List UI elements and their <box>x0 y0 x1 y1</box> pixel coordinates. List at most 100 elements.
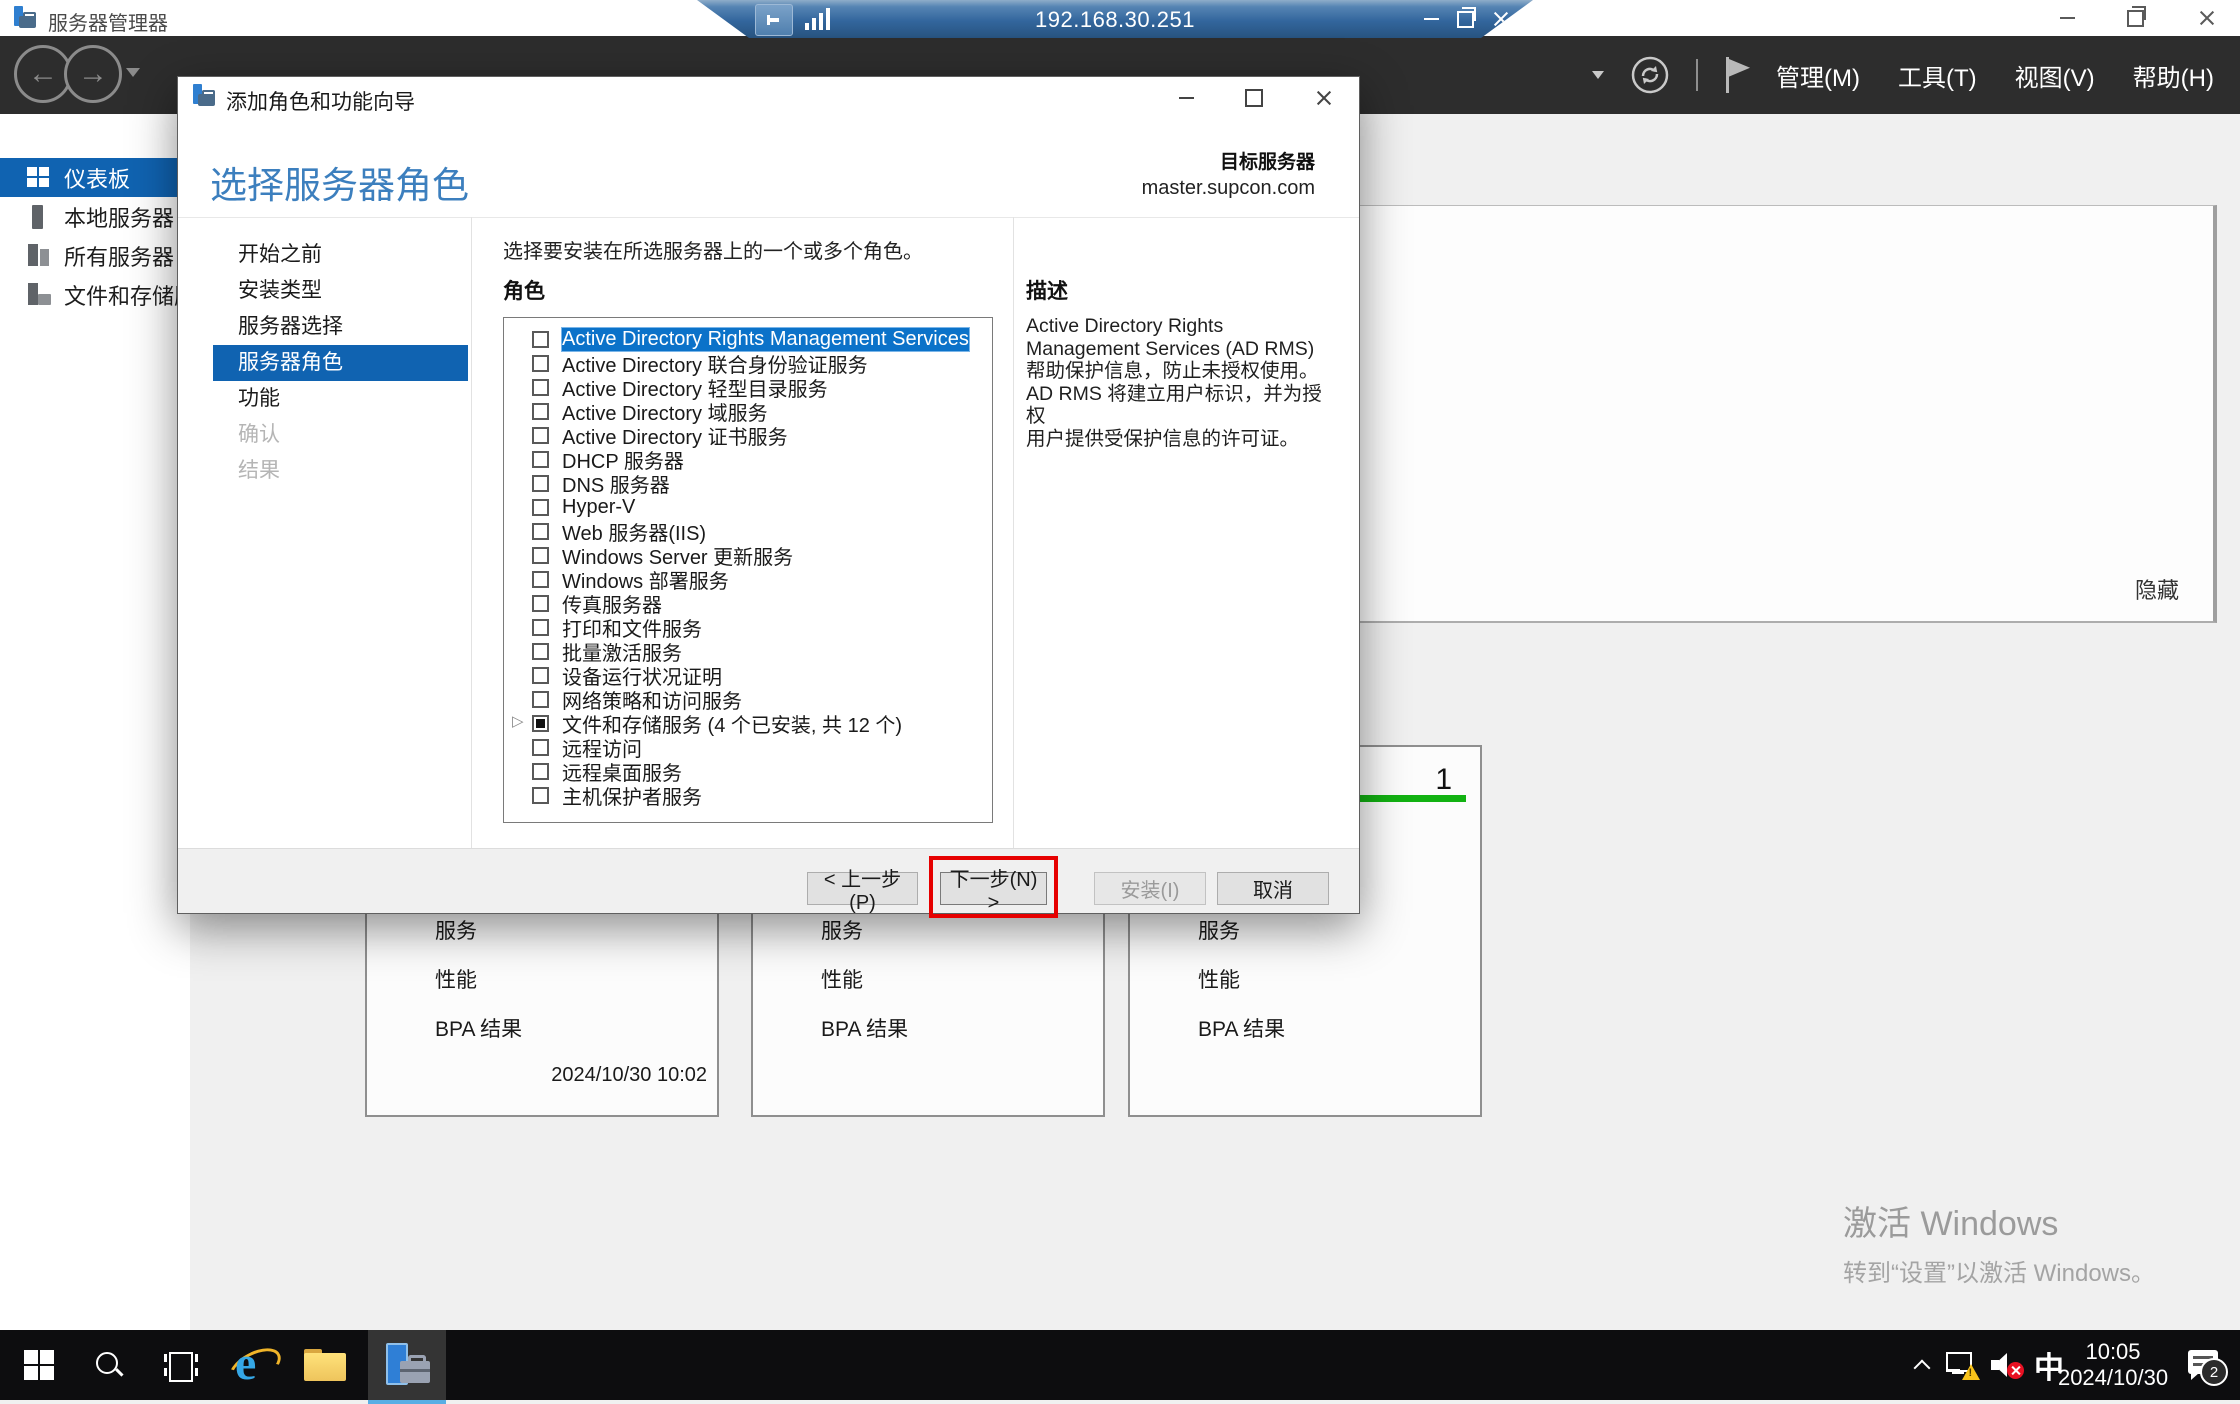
sidebar-item-all-servers[interactable]: 所有服务器 <box>0 236 190 275</box>
role-checkbox[interactable] <box>532 571 549 588</box>
role-row[interactable]: 设备运行状况证明 <box>504 663 992 687</box>
expand-arrow-icon[interactable]: ▷ <box>512 712 524 730</box>
menubar-item[interactable]: 帮助(H) <box>2133 58 2214 93</box>
role-checkbox[interactable] <box>532 499 549 516</box>
tile-row-link[interactable]: 服务 <box>435 915 522 945</box>
rdp-minimize-button[interactable] <box>1417 6 1445 32</box>
wizard-step[interactable]: 服务器选择 <box>213 309 468 345</box>
flag-icon[interactable] <box>1724 57 1750 93</box>
action-center-button[interactable]: 2 <box>2180 1330 2232 1400</box>
role-row[interactable]: 打印和文件服务 <box>504 615 992 639</box>
role-row[interactable]: Active Directory 联合身份验证服务 <box>504 351 992 375</box>
role-checkbox[interactable] <box>532 787 549 804</box>
wizard-minimize-button[interactable] <box>1168 83 1204 113</box>
sidebar-item-dashboard[interactable]: 仪表板 <box>0 158 190 197</box>
sidebar-item-local-server[interactable]: 本地服务器 <box>0 197 190 236</box>
role-checkbox[interactable] <box>532 331 549 348</box>
role-row[interactable]: 传真服务器 <box>504 591 992 615</box>
start-button[interactable] <box>16 1330 62 1400</box>
role-checkbox[interactable] <box>532 547 549 564</box>
roles-listbox[interactable]: Active Directory Rights Management Servi… <box>503 317 993 823</box>
window-close-button[interactable] <box>2188 4 2226 32</box>
role-label: Hyper-V <box>562 496 635 519</box>
network-warning-icon <box>1946 1350 1980 1380</box>
description-line: 帮助保护信息，防止未授权使用。 <box>1026 360 1334 383</box>
rdp-restore-button[interactable] <box>1451 6 1479 32</box>
role-checkbox[interactable] <box>532 739 549 756</box>
wizard-step[interactable]: 开始之前 <box>213 237 468 273</box>
network-status-button[interactable] <box>1942 1330 1984 1400</box>
role-row[interactable]: Active Directory 证书服务 <box>504 423 992 447</box>
role-row[interactable]: Active Directory 域服务 <box>504 399 992 423</box>
cancel-button[interactable]: 取消 <box>1217 872 1329 905</box>
role-row[interactable]: DHCP 服务器 <box>504 447 992 471</box>
refresh-icon[interactable] <box>1630 55 1670 95</box>
back-step-button[interactable]: < 上一步(P) <box>807 872 918 905</box>
task-view-button[interactable] <box>158 1330 204 1400</box>
role-row[interactable]: 远程访问 <box>504 735 992 759</box>
role-checkbox[interactable] <box>532 523 549 540</box>
nav-content-divider <box>471 217 472 849</box>
tile-count-badge[interactable]: 1 <box>1435 763 1452 797</box>
tile-row-list: 服务性能 BPA 结果 <box>435 915 522 1043</box>
window-minimize-button[interactable] <box>2048 4 2086 32</box>
tile-row-link[interactable]: 性能 <box>821 964 908 994</box>
wizard-title: 添加角色和功能向导 <box>226 86 415 116</box>
window-restore-button[interactable] <box>2116 4 2154 32</box>
header-divider <box>1696 59 1698 91</box>
wizard-maximize-button[interactable] <box>1236 83 1272 113</box>
notifications-dropdown-icon[interactable] <box>1592 71 1604 79</box>
tile-row-link[interactable]: BPA 结果 <box>435 1013 522 1043</box>
role-row[interactable]: Windows Server 更新服务 <box>504 543 992 567</box>
role-checkbox[interactable] <box>532 427 549 444</box>
tile-row-link[interactable]: 服务 <box>1198 915 1285 945</box>
tray-expand-button[interactable] <box>1904 1330 1940 1400</box>
forward-button[interactable]: → <box>64 45 122 103</box>
role-checkbox[interactable] <box>532 643 549 660</box>
role-checkbox[interactable] <box>532 667 549 684</box>
role-checkbox[interactable] <box>532 691 549 708</box>
role-row[interactable]: 主机保护者服务 <box>504 783 992 807</box>
role-row[interactable]: 远程桌面服务 <box>504 759 992 783</box>
taskbar-clock[interactable]: 10:05 2024/10/30 <box>2058 1330 2168 1400</box>
file-explorer-button[interactable] <box>300 1330 350 1400</box>
menubar-item[interactable]: 视图(V) <box>2015 58 2095 93</box>
server-manager-taskbar-button[interactable] <box>368 1330 446 1404</box>
wizard-step[interactable]: 功能 <box>213 381 468 417</box>
tile-row-link[interactable]: BPA 结果 <box>821 1013 908 1043</box>
role-checkbox[interactable] <box>532 355 549 372</box>
role-checkbox[interactable] <box>532 715 549 732</box>
menubar-item[interactable]: 工具(T) <box>1898 58 1977 93</box>
role-checkbox[interactable] <box>532 403 549 420</box>
role-row[interactable]: 批量激活服务 <box>504 639 992 663</box>
tile-row-link[interactable]: 服务 <box>821 915 908 945</box>
menubar-item[interactable]: 管理(M) <box>1776 58 1860 93</box>
tile-row-link[interactable]: 性能 <box>435 964 522 994</box>
role-checkbox[interactable] <box>532 379 549 396</box>
wizard-close-button[interactable] <box>1306 83 1342 113</box>
wizard-step[interactable]: 安装类型 <box>213 273 468 309</box>
role-checkbox[interactable] <box>532 763 549 780</box>
role-row[interactable]: Active Directory 轻型目录服务 <box>504 375 992 399</box>
role-row[interactable]: Web 服务器(IIS) <box>504 519 992 543</box>
volume-button[interactable] <box>1986 1330 2028 1400</box>
role-checkbox[interactable] <box>532 451 549 468</box>
tile-row-link[interactable]: BPA 结果 <box>1198 1013 1285 1043</box>
role-row[interactable]: Hyper-V <box>504 495 992 519</box>
role-row[interactable]: 网络策略和访问服务 <box>504 687 992 711</box>
nav-history-dropdown-icon[interactable] <box>126 68 140 77</box>
role-row[interactable]: Windows 部署服务 <box>504 567 992 591</box>
hide-welcome-link[interactable]: 隐藏 <box>2135 573 2179 605</box>
role-row[interactable]: DNS 服务器 <box>504 471 992 495</box>
sidebar-item-file-storage[interactable]: 文件和存储服务 <box>0 275 190 314</box>
role-checkbox[interactable] <box>532 595 549 612</box>
wizard-step[interactable]: 服务器角色 <box>213 345 468 381</box>
role-checkbox[interactable] <box>532 475 549 492</box>
role-row[interactable]: ▷文件和存储服务 (4 个已安装, 共 12 个) <box>504 711 992 735</box>
internet-explorer-button[interactable]: e <box>226 1330 278 1400</box>
internet-explorer-icon: e <box>229 1342 275 1388</box>
taskbar-search-button[interactable] <box>86 1330 132 1400</box>
tile-row-link[interactable]: 性能 <box>1198 964 1285 994</box>
role-row[interactable]: Active Directory Rights Management Servi… <box>504 327 992 351</box>
role-checkbox[interactable] <box>532 619 549 636</box>
